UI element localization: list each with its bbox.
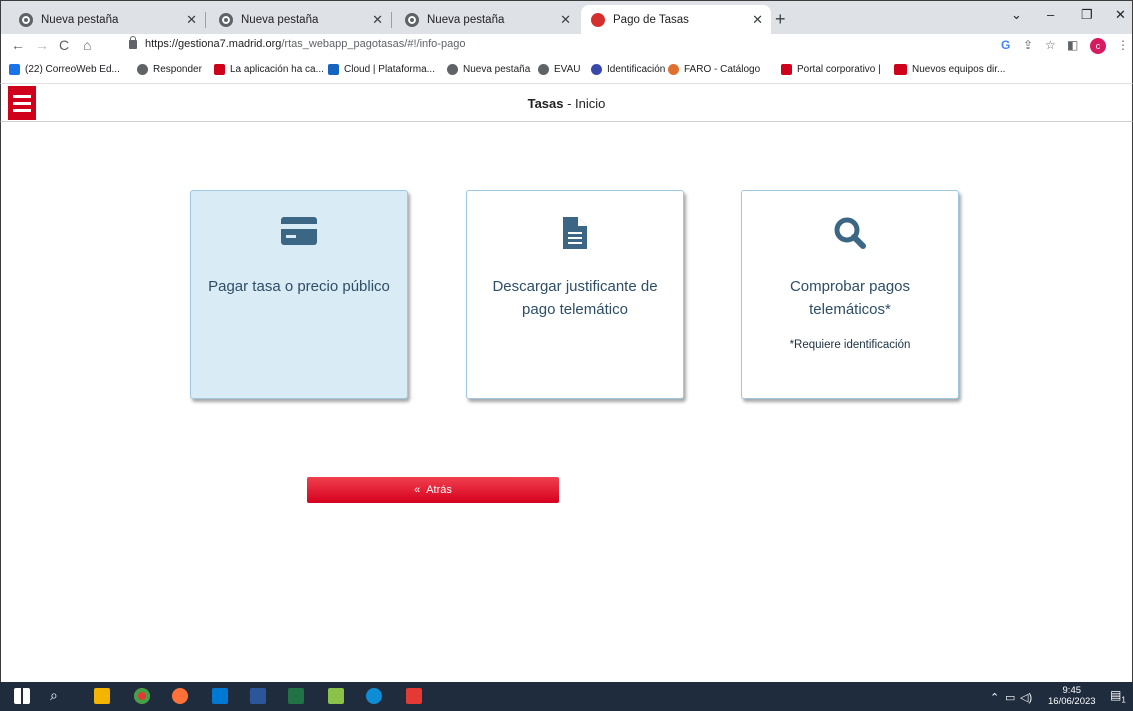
lock-icon	[129, 35, 137, 49]
url-host: https://gestiona7.madrid.org	[145, 38, 282, 50]
page-title: Tasas - Inicio	[527, 96, 606, 111]
tab-title: Nueva pestaña	[241, 14, 319, 26]
file-explorer-icon[interactable]	[94, 688, 110, 704]
clock[interactable]: 9:45 16/06/2023	[1048, 685, 1096, 707]
bookmark-item[interactable]: Responder	[137, 64, 202, 75]
bookmark-item[interactable]: Nuevos equipos dir...	[894, 64, 1005, 75]
chrome-icon	[137, 64, 148, 75]
more-menu-icon[interactable]: ⋮	[1117, 38, 1129, 52]
tab-nueva-pestana-2[interactable]: Nueva pestaña ✕	[209, 5, 392, 35]
word-icon[interactable]	[250, 688, 266, 704]
tab-title: Nueva pestaña	[427, 14, 505, 26]
url-path: /rtas_webapp_pagotasas/#!/info-pago	[281, 38, 466, 50]
bookmark-item[interactable]: Portal corporativo |	[781, 64, 881, 75]
bookmark-item[interactable]: La aplicación ha ca...	[214, 64, 324, 75]
search-icon	[834, 217, 866, 254]
bookmarks-bar: (22) CorreoWeb Ed... Responder La aplica…	[0, 58, 1133, 84]
tab-strip: Nueva pestaña ✕ Nueva pestaña ✕ Nueva pe…	[0, 0, 1133, 35]
back-button[interactable]: « Atrás	[307, 477, 559, 503]
notification-icon[interactable]: ▤1	[1110, 688, 1126, 704]
card-note: *Requiere identificación	[789, 339, 911, 351]
forward-arrow-icon[interactable]: →	[35, 37, 49, 53]
outlook-icon[interactable]	[212, 688, 228, 704]
network-icon[interactable]: ▭	[1005, 691, 1015, 704]
back-button-label: Atrás	[426, 484, 452, 496]
clock-time: 9:45	[1062, 685, 1082, 696]
close-icon[interactable]: ✕	[372, 12, 383, 28]
edge-icon[interactable]	[366, 688, 382, 704]
share-icon[interactable]: ⇪	[1023, 38, 1033, 52]
close-icon[interactable]: ✕	[560, 12, 571, 28]
address-bar[interactable]: https://gestiona7.madrid.org/rtas_webapp…	[129, 35, 466, 50]
tab-nueva-pestana-3[interactable]: Nueva pestaña ✕	[395, 5, 579, 35]
chrome-icon	[19, 13, 33, 27]
faro-icon	[668, 64, 679, 75]
bookmark-item[interactable]: Nueva pestaña	[447, 64, 530, 75]
avatar[interactable]: c	[1090, 38, 1106, 54]
bookmark-item[interactable]: FARO - Catálogo	[668, 64, 760, 75]
main-content: Pagar tasa o precio público Descargar ju…	[0, 122, 1133, 682]
bookmark-item[interactable]: (22) CorreoWeb Ed...	[9, 64, 120, 75]
excel-icon[interactable]	[288, 688, 304, 704]
reload-icon[interactable]: C	[59, 37, 69, 53]
madrid-icon	[591, 13, 605, 27]
bookmark-item[interactable]: EVAU	[538, 64, 581, 75]
chevron-up-icon[interactable]: ⌃	[990, 691, 999, 704]
bookmark-item[interactable]: Cloud | Plataforma...	[328, 64, 435, 75]
chrome-icon[interactable]	[134, 688, 150, 704]
fingerprint-icon	[591, 64, 602, 75]
mail-icon	[9, 64, 20, 75]
bookmark-star-icon[interactable]: ☆	[1045, 38, 1056, 52]
chrome-icon	[538, 64, 549, 75]
double-chevron-left-icon: «	[414, 484, 421, 496]
firefox-icon[interactable]	[172, 688, 188, 704]
card-descargar-justificante[interactable]: Descargar justificante de pago telemátic…	[466, 190, 684, 399]
tab-title: Pago de Tasas	[613, 14, 689, 26]
home-icon[interactable]: ⌂	[83, 37, 91, 53]
acrobat-icon[interactable]	[406, 688, 422, 704]
chrome-icon	[447, 64, 458, 75]
madrid-icon	[781, 64, 792, 75]
help-icon	[328, 64, 339, 75]
browser-toolbar: ← → C ⌂ https://gestiona7.madrid.org/rta…	[0, 34, 1133, 58]
app-header: Tasas - Inicio	[0, 84, 1133, 122]
bookmark-item[interactable]: Identificación	[591, 64, 665, 75]
side-panel-icon[interactable]: ◧	[1067, 38, 1078, 52]
search-icon[interactable]: ⌕	[50, 687, 58, 704]
volume-icon[interactable]: ◁)	[1020, 691, 1032, 704]
tab-nueva-pestana-1[interactable]: Nueva pestaña ✕	[9, 5, 206, 35]
minimize-button[interactable]: –	[1047, 7, 1054, 22]
new-tab-button[interactable]: +	[775, 9, 786, 30]
madrid-icon	[214, 64, 225, 75]
card-title: Descargar justificante de pago telemátic…	[492, 278, 658, 318]
windows-start-icon[interactable]	[14, 688, 30, 704]
back-arrow-icon[interactable]: ←	[11, 37, 25, 53]
chrome-icon	[219, 13, 233, 27]
card-title: Comprobar pagos telemáticos*	[789, 278, 911, 318]
restore-button[interactable]: ❐	[1081, 7, 1093, 23]
tab-title: Nueva pestaña	[41, 14, 119, 26]
card-comprobar-pagos[interactable]: Comprobar pagos telemáticos* *Requiere i…	[741, 190, 959, 399]
card-title: Pagar tasa o precio público	[208, 278, 390, 295]
dat-icon	[894, 64, 907, 75]
document-icon	[563, 217, 587, 254]
clock-date: 16/06/2023	[1048, 696, 1096, 707]
close-window-button[interactable]: ✕	[1115, 7, 1126, 23]
windows-taskbar: ⌕ ⌃ ▭ ◁) 9:45 16/06/2023 ▤1	[0, 682, 1133, 711]
tab-search-button[interactable]: ⌄	[1011, 7, 1022, 23]
close-icon[interactable]: ✕	[186, 12, 197, 28]
app-icon[interactable]	[328, 688, 344, 704]
close-icon[interactable]: ✕	[752, 12, 763, 28]
chrome-icon	[405, 13, 419, 27]
card-pagar-tasa[interactable]: Pagar tasa o precio público	[190, 190, 408, 399]
tab-pago-de-tasas[interactable]: Pago de Tasas ✕	[581, 5, 771, 35]
credit-card-icon	[281, 217, 317, 250]
google-translate-icon[interactable]: G	[1001, 38, 1010, 52]
